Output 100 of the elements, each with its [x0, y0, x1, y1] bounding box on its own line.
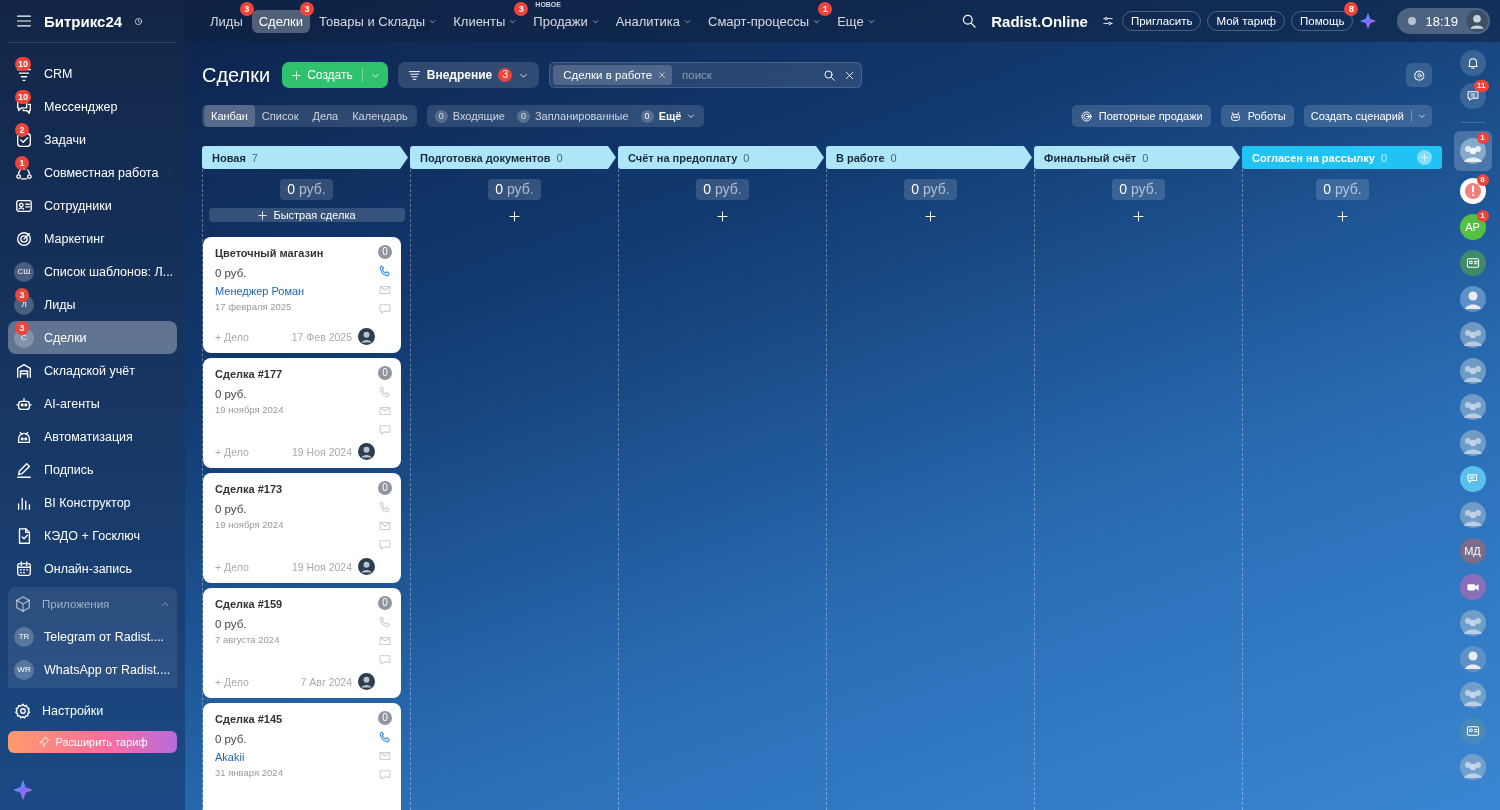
filter-chip[interactable]: Сделки в работе	[553, 65, 673, 85]
sidebar-item[interactable]: СШ Список шаблонов: Л...	[8, 255, 177, 288]
action-button[interactable]: Роботы	[1220, 105, 1294, 127]
sidebar-item[interactable]: С 3 Сделки	[8, 321, 177, 354]
sidebar-item[interactable]: 10 Мессенджер	[8, 90, 177, 123]
group-avatar[interactable]	[1459, 394, 1486, 420]
plus-icon[interactable]	[1336, 210, 1349, 223]
sidebar-item[interactable]: WR WhatsApp от Radist....	[8, 653, 177, 686]
stage-header[interactable]: Новая 7	[202, 146, 408, 169]
sidebar-item[interactable]: Маркетинг	[8, 222, 177, 255]
stage-header[interactable]: Финальный счёт 0	[1034, 146, 1240, 169]
comment-icon	[378, 423, 392, 437]
mail-icon	[378, 749, 392, 763]
close-icon	[658, 71, 667, 79]
count-badge: 3	[239, 1, 254, 16]
search-field[interactable]: Сделки в работе поиск	[549, 62, 863, 88]
item-label: Сотрудники	[44, 198, 112, 213]
sidebar-item[interactable]: Автоматизация	[8, 420, 177, 453]
count-badge: 2	[15, 122, 29, 137]
group-avatar[interactable]	[1459, 610, 1486, 636]
group-avatar[interactable]	[1459, 358, 1486, 384]
sidebar-item[interactable]: КЭДО + Госключ	[8, 519, 177, 552]
deal-title[interactable]: Цветочный магазин	[215, 247, 375, 259]
item-label: Онлайн-запись	[44, 561, 133, 576]
view-tab[interactable]: Дела	[305, 105, 346, 127]
deal-card[interactable]: Сделка #159 0 руб. 7 августа 2024 + Дело 7 Авг 2024 0	[203, 588, 401, 698]
group-avatar[interactable]	[1459, 502, 1486, 528]
user-avatar[interactable]	[1459, 286, 1486, 312]
deal-title[interactable]: Сделка #159	[215, 598, 375, 610]
nav-tab[interactable]: Аналитика	[608, 9, 699, 33]
deal-title[interactable]: Сделка #173	[215, 483, 375, 495]
apps-header[interactable]: Приложения	[8, 587, 177, 620]
sidebar-item[interactable]: Л 3 Лиды	[8, 288, 177, 321]
count-badge: 8	[1476, 174, 1489, 186]
user-avatar[interactable]	[1459, 646, 1486, 672]
alert-avatar[interactable]	[1459, 178, 1486, 204]
deal-date: 19 ноября 2024	[215, 404, 285, 415]
counter-filter[interactable]: 0 Запланированные	[510, 105, 635, 127]
group-avatar[interactable]	[1459, 322, 1486, 348]
group-avatar[interactable]	[1459, 430, 1486, 456]
sidebar-item[interactable]: 10 CRM	[8, 57, 177, 90]
time-widget[interactable]: 18:19	[1397, 8, 1490, 34]
id-card-icon	[1465, 724, 1480, 738]
count-badge: 10	[15, 56, 31, 71]
deal-card[interactable]: Сделка #177 0 руб. 19 ноября 2024 + Дело 19 Ноя 2024 0	[203, 358, 401, 468]
deal-title[interactable]: Сделка #145	[215, 713, 375, 725]
sidebar-item[interactable]: 2 Задачи	[8, 123, 177, 156]
counter-filter[interactable]: 0 Входящие	[428, 105, 511, 127]
messages-avatar[interactable]	[1459, 466, 1486, 492]
deal-short-date: 7 Авг 2024	[300, 675, 352, 688]
sidebar-item[interactable]: Складской учёт	[8, 354, 177, 387]
plus-icon[interactable]	[508, 210, 521, 223]
initials-avatar[interactable]: МД	[1459, 538, 1486, 564]
action-button[interactable]: Повторные продажи	[1071, 105, 1211, 127]
sidebar-item[interactable]: 1 Совместная работа	[8, 156, 177, 189]
plus-icon[interactable]	[924, 210, 937, 223]
group-avatar[interactable]	[1459, 138, 1486, 164]
target-icon	[15, 229, 33, 248]
pipeline-button[interactable]: Внедрение 3	[397, 62, 540, 88]
contact-link[interactable]: Akakii	[215, 751, 375, 763]
view-tab[interactable]: Календарь	[345, 105, 415, 127]
contact-link[interactable]: Менеджер Роман	[215, 285, 375, 297]
group-avatar[interactable]	[1459, 754, 1486, 780]
contact-card-avatar[interactable]	[1459, 250, 1486, 276]
group-avatar[interactable]	[1459, 682, 1486, 708]
stage-header[interactable]: Подготовка документов 0	[410, 146, 616, 169]
contact-card-avatar[interactable]	[1459, 718, 1486, 744]
deal-date: 19 ноября 2024	[215, 519, 285, 530]
sidebar-item[interactable]: Сотрудники	[8, 189, 177, 222]
sidebar-item[interactable]: Подпись	[8, 453, 177, 486]
sidebar-item[interactable]: Настройки	[8, 694, 177, 727]
settings-button[interactable]	[1406, 63, 1432, 87]
nav-tab[interactable]: Продажи	[526, 9, 607, 33]
chat-arrows-icon	[1465, 88, 1480, 103]
portal-name[interactable]: Radist.Online	[991, 12, 1088, 30]
plus-icon[interactable]	[1132, 210, 1145, 223]
counter-filter[interactable]: 0 Ещё	[634, 105, 703, 127]
comment-icon	[378, 768, 392, 782]
scenario-button[interactable]: Создать сценарий	[1303, 105, 1432, 127]
view-tab[interactable]: Список	[254, 105, 306, 127]
sidebar-item[interactable]: Онлайн-запись	[8, 552, 177, 585]
view-tab[interactable]: Канбан	[204, 105, 255, 127]
stage-header[interactable]: Счёт на предоплату 0	[618, 146, 824, 169]
nav-tab[interactable]: Еще	[830, 9, 883, 33]
item-label: AI-агенты	[44, 396, 100, 411]
deal-card[interactable]: Сделка #145 0 руб. Akakii 31 января 2024 0	[203, 703, 401, 810]
sidebar-item[interactable]: AI-агенты	[8, 387, 177, 420]
nav-tab[interactable]: Товары и Склады	[312, 9, 445, 33]
stage-total: 0 руб.	[696, 179, 749, 200]
video-call-avatar[interactable]	[1459, 574, 1486, 600]
deal-card[interactable]: Цветочный магазин 0 руб. Менеджер Роман 17 февраля 2025 + Дело 17 Фев 2025 0	[203, 237, 401, 353]
sidebar-item[interactable]: BI Конструктор	[8, 486, 177, 519]
stage-header[interactable]: В работе 0	[826, 146, 1032, 169]
plus-icon[interactable]	[716, 210, 729, 223]
quick-deal-button[interactable]: Быстрая сделка	[208, 208, 405, 222]
deal-title[interactable]: Сделка #177	[215, 368, 375, 380]
mail-icon	[378, 404, 392, 418]
deal-card[interactable]: Сделка #173 0 руб. 19 ноября 2024 + Дело 19 Ноя 2024 0	[203, 473, 401, 583]
notifications-button[interactable]	[1459, 49, 1486, 76]
sidebar-item[interactable]: TR Telegram от Radist....	[8, 620, 177, 653]
